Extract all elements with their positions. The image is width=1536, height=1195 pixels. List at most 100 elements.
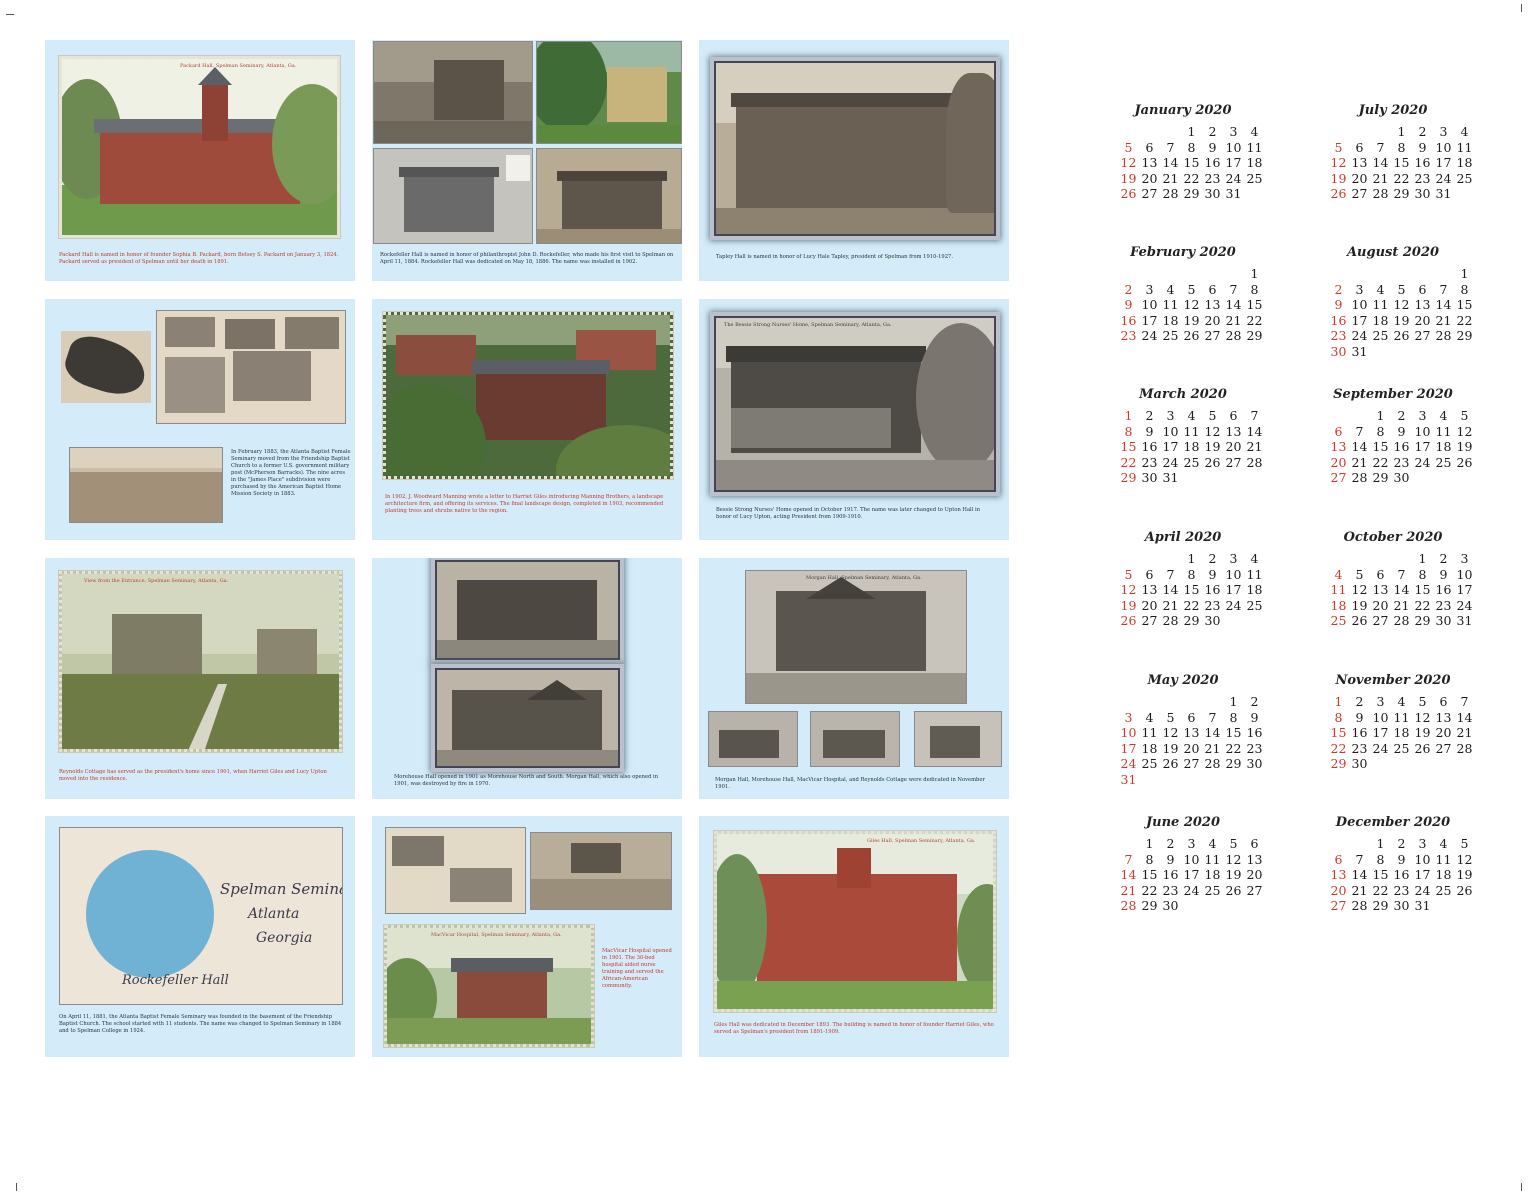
calendar-day: 11: [1141, 725, 1158, 740]
calendar-day: 17: [1372, 725, 1389, 740]
calendar-day: 27: [1246, 882, 1263, 898]
handwriting-line-2: Atlanta: [248, 906, 300, 922]
postcard-giles-hall: Giles Hall, Spelman Seminary, Atlanta, G…: [714, 831, 996, 1012]
calendar-day: 20: [1141, 170, 1158, 186]
photo-panel-rockefeller-hall: Rockefeller Hall is named in honor of ph…: [372, 40, 682, 281]
photo-thumbnail-1: [708, 711, 798, 767]
calendar-day: 24: [1414, 454, 1431, 470]
photo-rockefeller-1: [373, 41, 533, 144]
calendar-day: 1: [1187, 551, 1196, 566]
calendar-day: 11: [1372, 297, 1389, 312]
calendar-day-sunday: 6: [1334, 851, 1343, 867]
crop-mark-bottom-left: [16, 1183, 17, 1191]
calendar-day: 12: [1225, 851, 1242, 867]
calendar-day: 9: [1208, 566, 1217, 582]
calendar-day: 23: [1414, 170, 1431, 186]
calendar-day: 2: [1397, 408, 1406, 423]
calendar-day: 12: [1162, 725, 1179, 740]
calendar-day: 10: [1225, 139, 1242, 155]
calendar-day-sunday: 26: [1120, 186, 1137, 201]
calendar-day: 23: [1393, 882, 1410, 898]
calendar-day: 2: [1208, 551, 1217, 566]
calendar-day: 14: [1162, 582, 1179, 597]
panel-caption: In February 1883, the Atlanta Baptist Fe…: [231, 449, 351, 497]
calendar-day: 13: [1141, 155, 1158, 170]
calendar-month: August 2020 1 2 3 4 5 6 7 8 9 10 11 12 13 14 15 16 17 18 19…: [1328, 245, 1478, 362]
calendar-day: 21: [1162, 170, 1179, 186]
handwriting-line-4: Rockefeller Hall: [122, 973, 229, 988]
calendar-day: 26: [1204, 454, 1221, 470]
month-day-grid: 1 2 3 4 5 6 7 8 9 10 11 12 13 14 15 16 17 18 19 20 21 22 23 24 2…: [1328, 408, 1478, 504]
calendar-day: 31: [1435, 186, 1452, 201]
photo-morehouse-south: [435, 668, 620, 768]
calendar-day-sunday: 29: [1330, 756, 1347, 771]
calendar-day-sunday: 9: [1124, 297, 1133, 312]
calendar-day: 24: [1225, 170, 1242, 186]
photo-panel-landscape: In 1902, J. Woodward Manning wrote a let…: [372, 299, 682, 540]
calendar-day-sunday: 27: [1330, 898, 1347, 913]
calendar-day: 21: [1351, 882, 1368, 898]
calendar-day: 7: [1460, 694, 1469, 709]
calendar-day-sunday: 2: [1334, 281, 1343, 297]
calendar-day-sunday: 6: [1334, 423, 1343, 439]
calendar-day: 2: [1355, 694, 1364, 709]
calendar-day: 19: [1183, 312, 1200, 328]
photo-panel-packard-hall: Packard Hall, Spelman Seminary, Atlanta,…: [45, 40, 355, 281]
photo-aerial-map: [61, 331, 151, 403]
month-day-grid: 1 2 3 4 5 6 7 8 9 10 11 12 13 14 15 16 17 18 19 20 21 22 23 24 2…: [1118, 836, 1268, 932]
calendar-day: 18: [1183, 439, 1200, 454]
calendar-month: July 2020 1 2 3 4 5 6 7 8 9 10 11 12 13 14 15 16 17 18 19 20…: [1328, 103, 1478, 220]
calendar-day-sunday: 25: [1330, 613, 1347, 628]
calendar-day: 16: [1351, 725, 1368, 740]
calendar-month: June 2020 1 2 3 4 5 6 7 8 9 10 11 12 13 14 15 16 17 18 19 20…: [1118, 815, 1268, 932]
calendar-day: 9: [1418, 139, 1427, 155]
photo-rockefeller-4: [536, 148, 682, 244]
calendar-day: 8: [1397, 139, 1406, 155]
calendar-day: 24: [1435, 170, 1452, 186]
calendar-day: 7: [1439, 281, 1448, 297]
calendar-day: 20: [1414, 312, 1431, 328]
calendar-day: 31: [1225, 186, 1242, 201]
calendar-day: 31: [1414, 898, 1431, 913]
calendar-day: 19: [1225, 867, 1242, 882]
calendar-day: 20: [1246, 867, 1263, 882]
photo-bessie-strong-home: The Bessie Strong Nurses' Home, Spelman …: [714, 316, 996, 492]
calendar-day-sunday: 15: [1120, 439, 1137, 454]
calendar-day: 22: [1456, 312, 1473, 328]
calendar-day: 16: [1162, 867, 1179, 882]
calendar-day: 24: [1414, 882, 1431, 898]
postcard-title: The Bessie Strong Nurses' Home, Spelman …: [724, 322, 892, 328]
calendar-day: 15: [1183, 155, 1200, 170]
month-title: November 2020: [1335, 673, 1451, 688]
calendar-day-sunday: 15: [1330, 725, 1347, 740]
calendar-day: 5: [1208, 408, 1217, 423]
calendar-day: 9: [1166, 851, 1175, 867]
panel-caption: Packard Hall is named in honor of founde…: [59, 252, 339, 265]
calendar-day: 20: [1372, 597, 1389, 613]
calendar-day: 3: [1187, 836, 1196, 851]
calendar-day: 4: [1439, 836, 1448, 851]
calendar-day: 5: [1355, 566, 1364, 582]
calendar-day-sunday: 29: [1120, 470, 1137, 485]
calendar-day: 16: [1204, 582, 1221, 597]
calendar-day-sunday: 8: [1124, 423, 1133, 439]
month-day-grid: 1 2 3 4 5 6 7 8 9 10 11 12 13 14 15 16 17 18 19 20 21 22 23 24 2…: [1328, 694, 1478, 790]
calendar-day-sunday: 28: [1120, 898, 1137, 913]
calendar-day: 14: [1372, 155, 1389, 170]
calendar-day: 23: [1204, 170, 1221, 186]
calendar-day: 12: [1414, 709, 1431, 725]
month-title: May 2020: [1147, 673, 1219, 688]
month-title: September 2020: [1333, 387, 1453, 402]
calendar-day: 1: [1229, 694, 1238, 709]
calendar-month: January 2020 1 2 3 4 5 6 7 8 9 10 11 12 13 14 15 16 17 18 1…: [1118, 103, 1268, 220]
calendar-day: 15: [1372, 867, 1389, 882]
calendar-day: 27: [1141, 186, 1158, 201]
calendar-day-sunday: 16: [1330, 312, 1347, 328]
calendar-day: 27: [1141, 613, 1158, 628]
calendar-day: 4: [1250, 124, 1259, 139]
calendar-day: 7: [1208, 709, 1217, 725]
panel-caption: Rockefeller Hall is named in honor of ph…: [380, 252, 674, 265]
calendar-day: 18: [1141, 740, 1158, 756]
month-title: March 2020: [1139, 387, 1227, 402]
calendar-day-sunday: 4: [1334, 566, 1343, 582]
